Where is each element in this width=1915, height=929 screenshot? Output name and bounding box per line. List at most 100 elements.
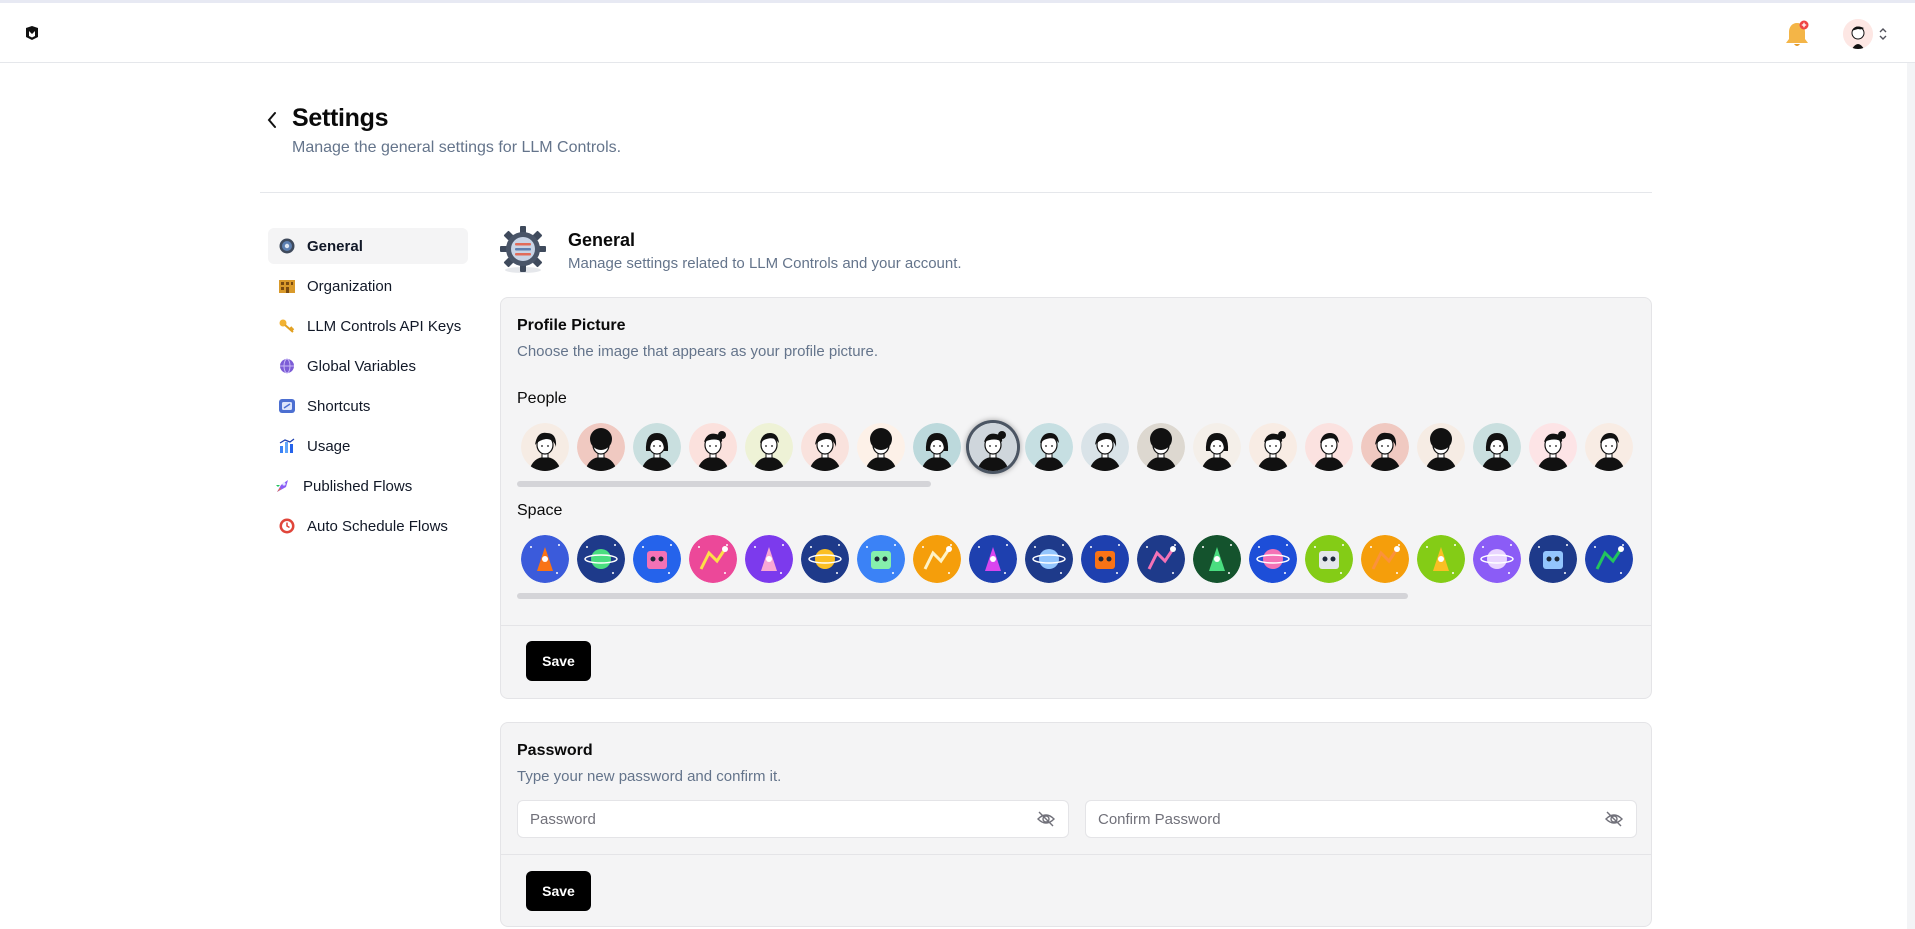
- password-field[interactable]: [517, 800, 1069, 838]
- gear-icon: [500, 226, 546, 273]
- people-avatar-option[interactable]: [1305, 423, 1353, 471]
- card-title: Profile Picture: [517, 317, 626, 334]
- page-scrollbar[interactable]: [1907, 63, 1915, 929]
- space-avatar-option[interactable]: [857, 535, 905, 583]
- space-avatar-option[interactable]: [689, 535, 737, 583]
- space-avatar-option[interactable]: [633, 535, 681, 583]
- section-title: General: [568, 230, 636, 250]
- section-subtitle: Manage settings related to LLM Controls …: [568, 255, 962, 272]
- sidebar-item-label: Organization: [307, 277, 393, 295]
- confirm-password-field[interactable]: [1085, 800, 1637, 838]
- people-avatar-option[interactable]: [1585, 423, 1633, 471]
- back-button[interactable]: [262, 106, 282, 134]
- sidebar-item-organization[interactable]: Organization: [268, 268, 468, 304]
- card-description: Type your new password and confirm it.: [517, 768, 782, 785]
- space-avatar-option[interactable]: [913, 535, 961, 583]
- sidebar-item-shortcuts[interactable]: Shortcuts: [268, 388, 468, 424]
- space-avatar-option[interactable]: [1193, 535, 1241, 583]
- app-logo-icon[interactable]: [24, 25, 40, 41]
- key-icon: [278, 317, 296, 335]
- space-avatar-option[interactable]: [801, 535, 849, 583]
- sidebar-item-label: General: [307, 237, 363, 255]
- chevron-updown-icon: [1879, 28, 1887, 40]
- space-avatar-option[interactable]: [1249, 535, 1297, 583]
- sidebar-item-published-flows[interactable]: Published Flows: [268, 468, 468, 504]
- people-avatar-option[interactable]: [1025, 423, 1073, 471]
- sidebar-item-label: Shortcuts: [307, 397, 371, 415]
- space-avatar-option[interactable]: [521, 535, 569, 583]
- space-scrollbar[interactable]: [517, 593, 1408, 599]
- people-avatar-option[interactable]: [969, 423, 1017, 471]
- space-avatar-option[interactable]: [745, 535, 793, 583]
- people-scrollbar[interactable]: [517, 481, 931, 487]
- building-icon: [278, 277, 296, 295]
- card-description: Choose the image that appears as your pr…: [517, 343, 879, 360]
- eye-off-icon[interactable]: [1604, 809, 1624, 829]
- sidebar-item-label: Auto Schedule Flows: [307, 517, 448, 535]
- page-title: Settings: [292, 104, 389, 132]
- people-avatar-option[interactable]: [1081, 423, 1129, 471]
- people-avatar-option[interactable]: [689, 423, 737, 471]
- sidebar-item-label: Global Variables: [307, 357, 416, 375]
- people-avatar-option[interactable]: [1417, 423, 1465, 471]
- space-avatar-option[interactable]: [1361, 535, 1409, 583]
- people-avatar-option[interactable]: [1529, 423, 1577, 471]
- space-avatar-option[interactable]: [1585, 535, 1633, 583]
- profile-picture-card: Profile Picture Choose the image that ap…: [500, 297, 1652, 699]
- card-title: Password: [517, 742, 593, 759]
- people-avatar-option[interactable]: [633, 423, 681, 471]
- card-divider: [501, 625, 1651, 626]
- eye-off-icon[interactable]: [1036, 809, 1056, 829]
- people-avatar-option[interactable]: [745, 423, 793, 471]
- gear-icon: [278, 237, 296, 255]
- space-avatar-option[interactable]: [577, 535, 625, 583]
- space-avatar-option[interactable]: [1137, 535, 1185, 583]
- sidebar-item-api-keys[interactable]: LLM Controls API Keys: [268, 308, 468, 344]
- sidebar-item-global-variables[interactable]: Global Variables: [268, 348, 468, 384]
- save-profile-picture-button[interactable]: Save: [526, 641, 591, 681]
- settings-sidebar: General Organization LLM Controls API Ke…: [268, 228, 468, 548]
- people-avatar-option[interactable]: [1473, 423, 1521, 471]
- people-avatar-option[interactable]: [521, 423, 569, 471]
- clock-icon: [278, 517, 296, 535]
- space-avatar-row: [521, 535, 1633, 587]
- avatar[interactable]: [1843, 19, 1873, 49]
- people-avatar-option[interactable]: [913, 423, 961, 471]
- card-divider: [501, 854, 1651, 855]
- space-avatar-option[interactable]: [1305, 535, 1353, 583]
- people-avatar-option[interactable]: [1193, 423, 1241, 471]
- sidebar-item-usage[interactable]: Usage: [268, 428, 468, 464]
- notification-bell-icon[interactable]: [1783, 19, 1811, 49]
- space-avatar-option[interactable]: [1417, 535, 1465, 583]
- people-avatar-option[interactable]: [1361, 423, 1409, 471]
- password-card: Password Type your new password and conf…: [500, 722, 1652, 927]
- people-avatar-option[interactable]: [577, 423, 625, 471]
- sidebar-item-general[interactable]: General: [268, 228, 468, 264]
- people-avatar-option[interactable]: [1249, 423, 1297, 471]
- people-avatar-option[interactable]: [1137, 423, 1185, 471]
- space-avatar-option[interactable]: [1025, 535, 1073, 583]
- space-avatar-option[interactable]: [1529, 535, 1577, 583]
- rocket-icon: [274, 477, 292, 495]
- people-avatar-option[interactable]: [857, 423, 905, 471]
- people-avatar-option[interactable]: [801, 423, 849, 471]
- people-label: People: [517, 390, 567, 407]
- bar-chart-icon: [278, 437, 296, 455]
- space-avatar-option[interactable]: [969, 535, 1017, 583]
- save-password-button[interactable]: Save: [526, 871, 591, 911]
- space-avatar-option[interactable]: [1473, 535, 1521, 583]
- header-divider: [260, 192, 1652, 193]
- space-label: Space: [517, 502, 563, 519]
- password-input[interactable]: [530, 810, 1036, 828]
- section-header: General Manage settings related to LLM C…: [500, 224, 1652, 294]
- space-avatar-option[interactable]: [1081, 535, 1129, 583]
- sidebar-item-label: Usage: [307, 437, 351, 455]
- sidebar-item-label: LLM Controls API Keys: [307, 317, 462, 335]
- user-menu[interactable]: [1843, 19, 1893, 49]
- general-settings-panel: General Manage settings related to LLM C…: [500, 224, 1652, 927]
- page-subtitle: Manage the general settings for LLM Cont…: [292, 139, 622, 156]
- people-avatar-row: [521, 423, 1633, 475]
- sidebar-item-auto-schedule-flows[interactable]: Auto Schedule Flows: [268, 508, 468, 544]
- globe-icon: [278, 357, 296, 375]
- confirm-password-input[interactable]: [1098, 810, 1604, 828]
